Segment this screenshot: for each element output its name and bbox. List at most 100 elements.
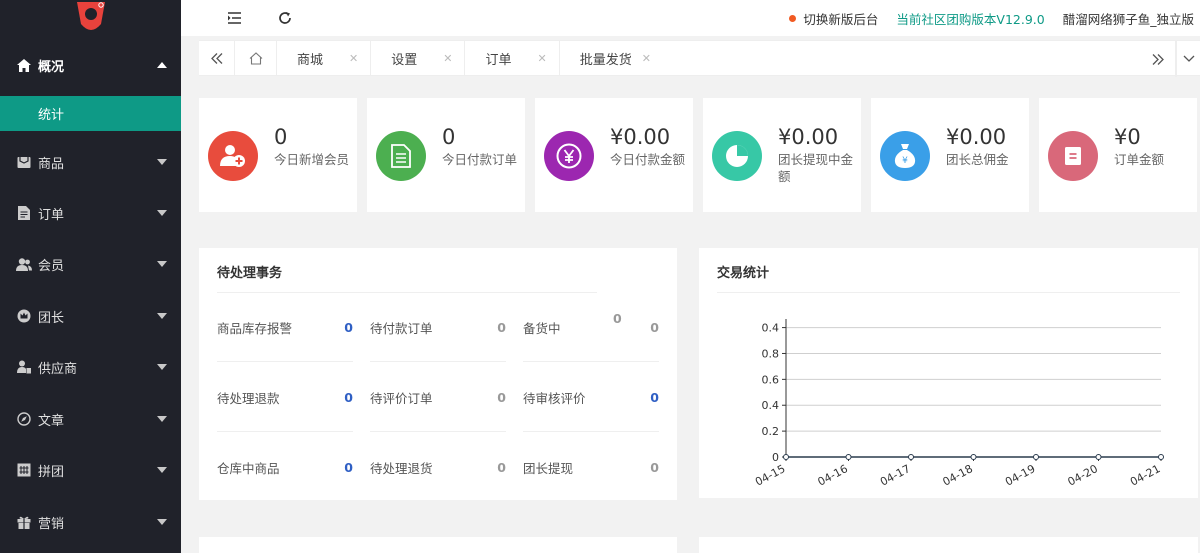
switch-backend-link[interactable]: 切换新版后台 bbox=[803, 9, 878, 28]
double-chevron-right-icon bbox=[1152, 53, 1164, 65]
sidebar-item-label: 供应商 bbox=[38, 361, 78, 377]
sidebar-item-products[interactable]: 商品 bbox=[0, 140, 181, 184]
tabs-scroll-left-button[interactable] bbox=[199, 40, 235, 76]
double-chevron-left-icon bbox=[210, 52, 222, 64]
sidebar-item-marketing[interactable]: 营销 bbox=[0, 500, 181, 544]
close-icon[interactable]: ✕ bbox=[349, 52, 358, 65]
task-leader-withdrawal[interactable]: 团长提现 0 bbox=[523, 457, 659, 477]
sidebar-item-articles[interactable]: 文章 bbox=[0, 397, 181, 441]
sidebar-item-orders[interactable]: 订单 bbox=[0, 191, 181, 235]
stat-value: ¥0.00 bbox=[946, 125, 1007, 149]
stat-card-withdrawing[interactable]: ¥0.00 团长提现中金额 bbox=[703, 98, 861, 212]
task-preparing[interactable]: 备货中 0 bbox=[523, 317, 659, 337]
chevron-down-icon bbox=[157, 261, 167, 267]
stat-card-order-amount[interactable]: ¥0 订单金额 bbox=[1039, 98, 1197, 212]
x-tick-label: 04-17 bbox=[878, 462, 912, 488]
tab-label: 订单 bbox=[485, 52, 512, 68]
gift-icon bbox=[16, 514, 32, 530]
task-pending-review-orders[interactable]: 待评价订单 0 bbox=[370, 387, 506, 407]
logo-icon bbox=[76, 2, 105, 30]
money-bag-icon: ¥ bbox=[894, 144, 916, 168]
document-icon bbox=[391, 144, 411, 168]
yen-icon bbox=[556, 143, 582, 169]
version-label[interactable]: 当前社区团购版本V12.9.0 bbox=[896, 9, 1044, 28]
tabs-scroll-right-button[interactable] bbox=[1140, 41, 1176, 77]
data-point bbox=[783, 454, 789, 460]
group-icon bbox=[16, 462, 32, 478]
task-count: 0 bbox=[650, 459, 659, 475]
close-icon[interactable]: ✕ bbox=[537, 52, 546, 65]
task-review-approval[interactable]: 待审核评价 0 bbox=[523, 387, 659, 407]
task-stock-alert[interactable]: 商品库存报警 0 bbox=[217, 317, 353, 337]
tab-mall[interactable]: 商城 ✕ bbox=[277, 40, 372, 76]
task-label: 待审核评价 bbox=[523, 390, 586, 406]
divider bbox=[523, 361, 659, 362]
sidebar-item-group-buy[interactable]: 拼团 bbox=[0, 448, 181, 492]
task-label: 待付款订单 bbox=[370, 320, 433, 336]
tab-label: 商城 bbox=[297, 52, 324, 68]
tab-orders[interactable]: 订单 ✕ bbox=[465, 40, 560, 76]
compass-icon bbox=[16, 411, 32, 427]
stat-card-commission[interactable]: ¥ ¥0.00 团长总佣金 bbox=[871, 98, 1029, 212]
task-label: 商品库存报警 bbox=[217, 320, 293, 336]
panel-title: 待处理事务 bbox=[217, 266, 283, 281]
task-refunds[interactable]: 待处理退款 0 bbox=[217, 387, 353, 407]
stat-card-new-members[interactable]: 0 今日新增会员 bbox=[199, 98, 357, 212]
x-tick-label: 04-16 bbox=[816, 462, 850, 488]
stat-card-paid-amount[interactable]: ¥0.00 今日付款金额 bbox=[535, 98, 693, 212]
task-warehouse-products[interactable]: 仓库中商品 0 bbox=[217, 457, 353, 477]
refresh-button[interactable] bbox=[272, 5, 298, 31]
stat-icon-circle bbox=[208, 131, 258, 181]
sidebar-item-overview[interactable]: 概况 bbox=[0, 43, 181, 87]
task-count: 0 bbox=[344, 319, 353, 335]
sidebar-sub-item-stats[interactable]: 统计 bbox=[0, 96, 181, 131]
task-unpaid-orders[interactable]: 待付款订单 0 bbox=[370, 317, 506, 337]
tab-settings[interactable]: 设置 ✕ bbox=[371, 40, 466, 76]
stat-value: ¥0 bbox=[1114, 125, 1141, 149]
collapse-menu-icon bbox=[227, 12, 241, 24]
sidebar-item-leaders[interactable]: 团长 bbox=[0, 294, 181, 338]
sidebar: 概况 统计 商品 订单 会员 团长 供应商 文章 拼团 营销 bbox=[0, 0, 181, 553]
tab-batch-ship[interactable]: 批量发货 ✕ bbox=[560, 40, 663, 76]
tabs-bar: 商城 ✕ 设置 ✕ 订单 ✕ 批量发货 ✕ bbox=[199, 40, 1200, 77]
top-header: 切换新版后台 当前社区团购版本V12.9.0 醋溜网络狮子鱼_独立版 bbox=[181, 0, 1200, 36]
sidebar-item-label: 文章 bbox=[38, 413, 65, 429]
stat-label: 今日付款订单 bbox=[442, 152, 518, 167]
stat-label: 今日付款金额 bbox=[610, 152, 686, 167]
sidebar-item-label: 团长 bbox=[38, 310, 65, 326]
sidebar-item-label: 拼团 bbox=[38, 464, 65, 480]
task-label: 备货中 bbox=[523, 320, 561, 336]
y-tick-label: 0.4 bbox=[762, 399, 780, 412]
refresh-icon bbox=[279, 12, 291, 24]
task-count: 0 bbox=[650, 319, 659, 335]
user-name[interactable]: 醋溜网络狮子鱼_独立版 bbox=[1063, 9, 1194, 28]
member-icon bbox=[16, 256, 32, 272]
bottom-left-panel bbox=[199, 537, 677, 553]
divider bbox=[523, 431, 659, 432]
chevron-down-icon bbox=[1183, 55, 1194, 62]
close-icon[interactable]: ✕ bbox=[642, 52, 651, 65]
task-label: 仓库中商品 bbox=[217, 460, 280, 476]
stat-value: 0 bbox=[274, 125, 288, 149]
x-tick-label: 04-21 bbox=[1128, 462, 1162, 488]
panel-title: 交易统计 bbox=[717, 266, 770, 281]
tab-home[interactable] bbox=[235, 40, 277, 76]
sidebar-item-members[interactable]: 会员 bbox=[0, 242, 181, 286]
chevron-down-icon bbox=[157, 159, 167, 165]
stat-label: 订单金额 bbox=[1114, 152, 1165, 167]
x-tick-label: 04-15 bbox=[753, 462, 787, 488]
trade-stats-panel: 交易统计 0 0.2 0.4 0.6 0.8 0.4 04-15 04-16 04-17 04-1… bbox=[699, 248, 1198, 498]
task-returns[interactable]: 待处理退货 0 bbox=[370, 457, 506, 477]
sidebar-item-suppliers[interactable]: 供应商 bbox=[0, 345, 181, 389]
stat-value: 0 bbox=[442, 125, 456, 149]
data-point bbox=[1158, 454, 1164, 460]
close-icon[interactable]: ✕ bbox=[443, 52, 452, 65]
tab-label: 批量发货 bbox=[579, 52, 632, 68]
stat-card-paid-orders[interactable]: 0 今日付款订单 bbox=[367, 98, 525, 212]
tabs-dropdown-button[interactable] bbox=[1176, 41, 1200, 77]
x-tick-label: 04-18 bbox=[941, 462, 975, 488]
task-count: 0 bbox=[497, 319, 506, 335]
collapse-menu-button[interactable] bbox=[221, 5, 247, 31]
task-count: 0 bbox=[344, 459, 353, 475]
sidebar-sub-label: 统计 bbox=[38, 108, 65, 123]
